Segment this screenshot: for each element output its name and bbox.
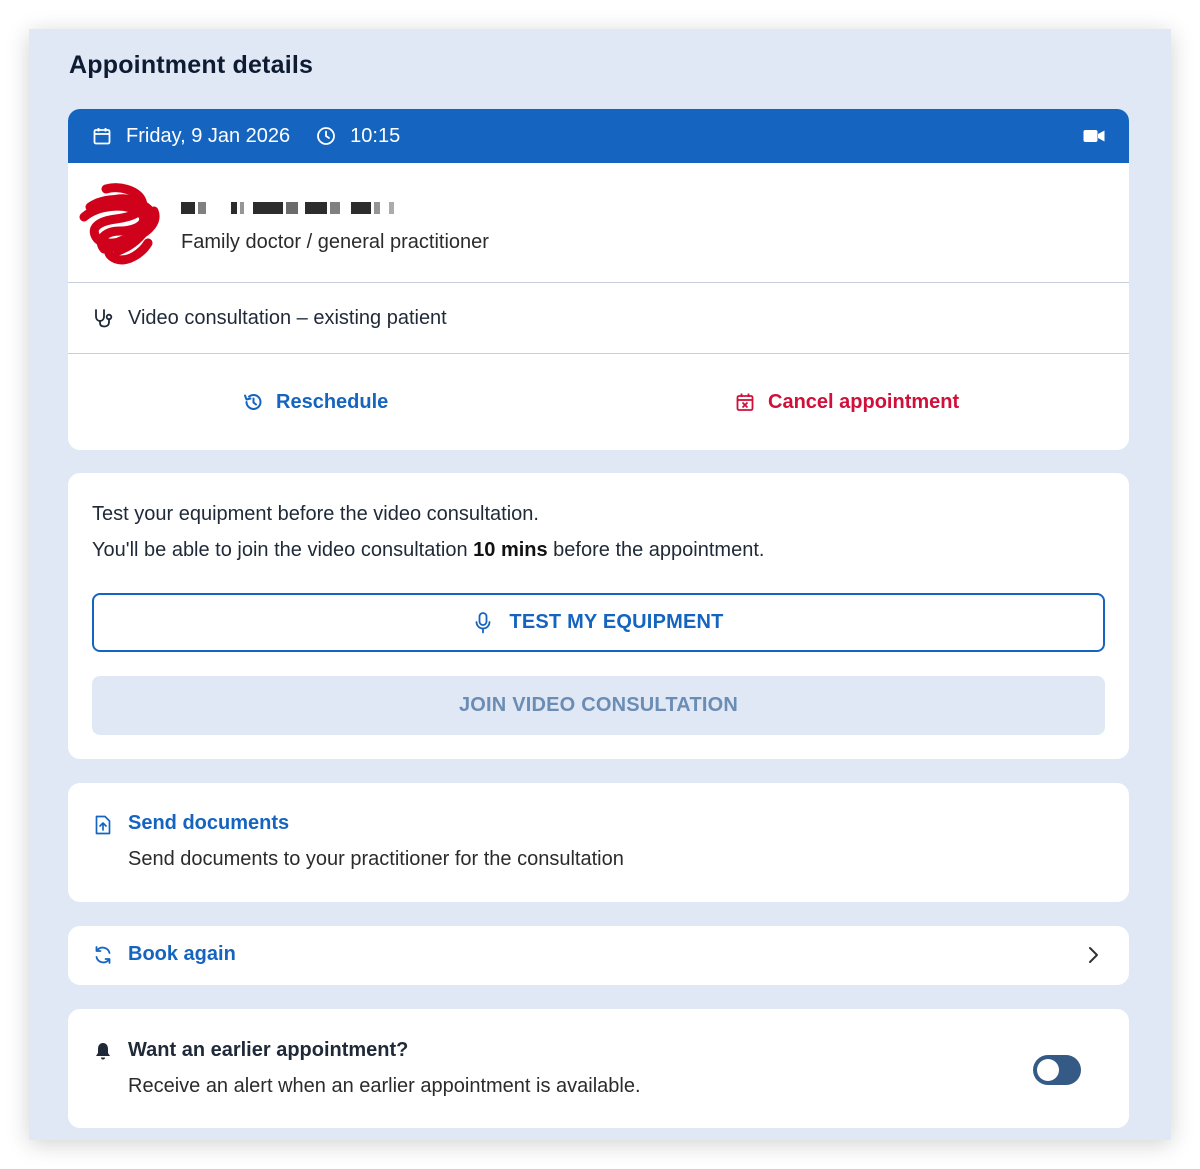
- video-consultation-card: Test your equipment before the video con…: [68, 473, 1129, 759]
- send-documents-link[interactable]: Send documents: [128, 812, 289, 835]
- send-documents-description: Send documents to your practitioner for …: [128, 848, 624, 870]
- earlier-appointment-description: Receive an alert when an earlier appoint…: [128, 1075, 641, 1097]
- file-upload-icon: [95, 815, 111, 835]
- reschedule-label: Reschedule: [276, 390, 389, 413]
- appointment-actions: Reschedule Cancel appointment: [68, 354, 1129, 450]
- microphone-icon: [476, 611, 491, 633]
- calendar-x-icon: [736, 393, 754, 411]
- stethoscope-icon: [95, 309, 113, 328]
- service-row: Video consultation – existing patient: [68, 283, 1129, 354]
- join-window-hint: You'll be able to join the video consult…: [92, 539, 764, 562]
- page-title: Appointment details: [69, 51, 314, 79]
- appointment-card: Friday, 9 Jan 2026 10:15 Family doctor /…: [68, 109, 1129, 450]
- refresh-icon: [95, 946, 111, 964]
- join-video-consultation-label: JOIN VIDEO CONSULTATION: [458, 694, 739, 716]
- earlier-appointment-alert-toggle[interactable]: [1033, 1055, 1081, 1085]
- appointment-header: Friday, 9 Jan 2026 10:15: [68, 109, 1129, 163]
- test-equipment-button[interactable]: TEST MY EQUIPMENT: [92, 593, 1105, 652]
- appointment-time: 10:15: [350, 124, 401, 147]
- join-window-minutes: 10 mins: [473, 539, 548, 561]
- book-again-button[interactable]: Book again: [68, 926, 1129, 985]
- book-again-label: Book again: [128, 943, 236, 965]
- appointment-date: Friday, 9 Jan 2026: [126, 124, 291, 147]
- calendar-icon: [93, 128, 111, 145]
- service-label: Video consultation – existing patient: [128, 306, 447, 329]
- join-window-prefix: You'll be able to join the video consult…: [92, 539, 474, 561]
- join-video-consultation-button[interactable]: JOIN VIDEO CONSULTATION: [92, 676, 1105, 735]
- send-documents-card: Send documents Send documents to your pr…: [68, 783, 1129, 902]
- avatar: [79, 183, 160, 265]
- history-icon: [244, 393, 262, 410]
- reschedule-button[interactable]: Reschedule: [242, 354, 388, 450]
- video-camera-icon: [1083, 130, 1105, 142]
- chevron-right-icon: [1089, 947, 1098, 963]
- practitioner-specialty: Family doctor / general practitioner: [181, 231, 489, 253]
- cancel-appointment-label: Cancel appointment: [768, 390, 960, 413]
- practitioner-name-redacted: [181, 201, 394, 215]
- toggle-knob: [1037, 1059, 1059, 1081]
- bell-icon: [96, 1043, 110, 1060]
- join-window-suffix: before the appointment.: [547, 539, 765, 561]
- clock-icon: [317, 127, 336, 145]
- earlier-appointment-card: Want an earlier appointment? Receive an …: [68, 1009, 1129, 1128]
- appointment-details-panel: Appointment details Friday, 9 Jan 2026 1…: [29, 29, 1171, 1140]
- practitioner-row: Family doctor / general practitioner: [68, 163, 1129, 283]
- earlier-appointment-title: Want an earlier appointment?: [128, 1039, 409, 1061]
- test-equipment-label: TEST MY EQUIPMENT: [509, 611, 724, 633]
- cancel-appointment-button[interactable]: Cancel appointment: [734, 354, 959, 450]
- equipment-hint: Test your equipment before the video con…: [92, 503, 539, 525]
